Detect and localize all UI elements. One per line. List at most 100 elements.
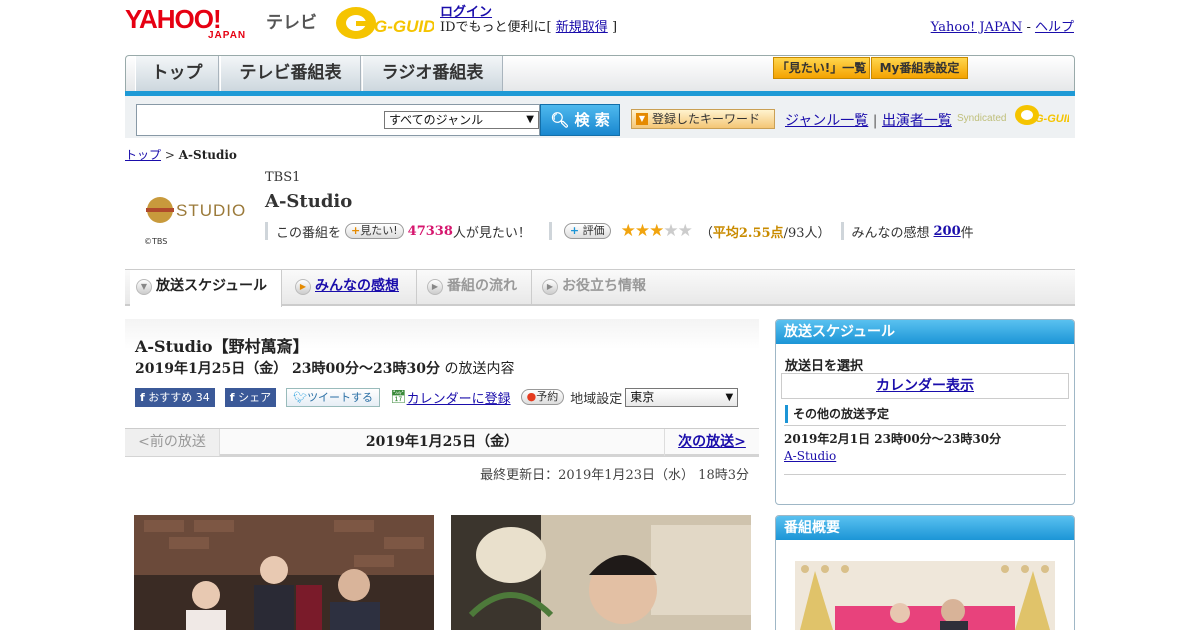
dropdown-arrow-icon: ▼ — [636, 113, 648, 125]
episode-photo[interactable] — [451, 515, 751, 630]
next-broadcast[interactable]: 次の放送> — [664, 429, 759, 456]
top-links-sep: - — [1026, 20, 1031, 35]
nav-tab-top[interactable]: トップ — [135, 56, 219, 91]
play-arrow-icon: ▶ — [295, 279, 311, 295]
facebook-recommend-button[interactable]: f おすすめ 34 — [135, 387, 215, 407]
nav-tab-radio-schedule[interactable]: ラジオ番組表 — [362, 56, 503, 91]
search-icon: 🔍︎ — [550, 111, 570, 129]
search-button-label: 検 索 — [574, 111, 610, 129]
login-link[interactable]: ログイン — [440, 5, 492, 20]
pager-current-date: 2019年1月25日（金） — [365, 434, 519, 450]
gguide-logo-icon: G-GUIDE — [336, 7, 447, 39]
other-broadcast-time: 2019年2月1日 23時00分～23時30分 — [784, 432, 1002, 446]
other-broadcasts-heading: その他の放送予定 — [785, 405, 889, 423]
divider — [784, 474, 1066, 475]
performer-list-link[interactable]: 出演者一覧 — [882, 113, 952, 129]
syndicated-gguide-logo: Syndicated G-GUIDE — [957, 102, 1083, 128]
star-empty-icon: ★ — [663, 221, 678, 241]
genre-select[interactable]: すべてのジャンル ▼ — [384, 111, 539, 129]
tab-impressions[interactable]: ▶ みんなの感想 — [289, 270, 417, 304]
tab-useful-info: ▶ お役立ち情報 — [536, 270, 666, 304]
want-suffix: 人が見たい！ — [452, 225, 531, 241]
divider — [548, 222, 552, 240]
tab-program-flow-label: 番組の流れ — [447, 278, 517, 294]
program-channel: TBS1 — [265, 170, 301, 185]
gguide-logo[interactable]: G-GUIDE — [334, 4, 447, 42]
keyword-button[interactable]: ▼ 登録したキーワード — [631, 109, 775, 129]
next-broadcast-link[interactable]: 次の放送> — [678, 434, 746, 450]
search-links-sep: | — [872, 113, 878, 129]
divider — [784, 425, 1066, 426]
record-dot-icon: ● — [526, 390, 537, 403]
want-button-label: 見たい! — [360, 224, 398, 237]
other-broadcast-item[interactable]: A-Studio — [784, 449, 836, 463]
region-select[interactable]: 東京 ▼ — [625, 387, 739, 407]
want-button[interactable]: +見たい! — [345, 223, 404, 239]
chevron-down-icon: ▼ — [526, 114, 534, 125]
tab-useful-info-label: お役立ち情報 — [562, 278, 646, 294]
tv-label: テレビ — [266, 13, 317, 33]
login-sub-suffix: ] — [611, 20, 618, 35]
episode-photo-image — [134, 515, 434, 630]
register-link[interactable]: 新規取得 — [556, 20, 608, 35]
search-button[interactable]: 🔍︎ 検 索 — [540, 104, 620, 136]
episode-date-suffix: の放送内容 — [444, 361, 515, 377]
help-link[interactable]: ヘルプ — [1035, 20, 1074, 35]
breadcrumb-current: A-Studio — [178, 148, 237, 162]
want-prefix: この番組を — [276, 225, 342, 241]
rating-stars: ★★★★★ — [621, 221, 693, 241]
login-block: ログイン IDでもっと便利に[ 新規取得 ] — [440, 5, 617, 35]
rating-open: （ — [699, 225, 713, 241]
want-list-button[interactable]: 「見たい!」一覧 — [773, 57, 870, 79]
star-half-icon: ★ — [649, 221, 664, 241]
plus-icon: + — [569, 224, 580, 237]
tab-schedule[interactable]: ▼ 放送スケジュール — [130, 270, 282, 307]
tweet-button[interactable]: 🐦︎ツイートする — [286, 387, 381, 407]
play-arrow-icon: ▶ — [427, 279, 443, 295]
star-icon: ★ — [634, 221, 650, 241]
facebook-share-button[interactable]: f シェア — [224, 387, 277, 407]
breadcrumb-sep: > — [164, 148, 175, 162]
yahoo-logo-sub: JAPAN — [208, 30, 247, 41]
syndicated-gguide-text: G-GUIDE — [1035, 113, 1069, 125]
overview-photo — [795, 561, 1055, 630]
episode-photo[interactable] — [134, 515, 434, 630]
breadcrumb-top-link[interactable]: トップ — [125, 148, 161, 162]
program-metrics: この番組を +見たい! 47338 人が見たい！ + 評価 ★★★★★ （平均2… — [265, 221, 974, 241]
episode-date-time: 2019年1月25日（金） 23時00分～23時30分 — [135, 361, 440, 377]
my-schedule-button[interactable]: My番組表設定 — [871, 57, 968, 79]
episode-time: 2019年1月25日（金） 23時00分～23時30分 の放送内容 — [135, 358, 514, 378]
facebook-icon: f — [229, 390, 235, 404]
rate-button[interactable]: + 評価 — [563, 223, 611, 239]
play-arrow-icon: ▶ — [542, 279, 558, 295]
top-links: Yahoo! JAPAN - ヘルプ — [931, 16, 1074, 35]
region-select-value: 東京 — [630, 389, 655, 404]
program-title: A-Studio — [265, 191, 353, 212]
search-links: ジャンル一覧 | 出演者一覧 — [785, 110, 952, 130]
login-sub-prefix: IDでもっと便利に[ — [440, 20, 552, 35]
sidebar-overview-heading: 番組概要 — [776, 516, 1074, 540]
yahoo-logo-text: YAHOO! — [125, 4, 222, 34]
calendar-view-button[interactable]: カレンダー表示 — [781, 373, 1069, 399]
other-broadcast-link[interactable]: A-Studio — [784, 449, 836, 463]
yahoo-japan-logo[interactable]: YAHOO! JAPAN — [125, 6, 261, 42]
impressions-count-link[interactable]: 200 — [934, 224, 961, 239]
impressions-label: みんなの感想 — [851, 225, 930, 241]
calendar-register-link[interactable]: カレンダーに登録 — [407, 388, 511, 407]
region-label: 地域設定 — [570, 391, 623, 407]
last-updated: 最終更新日：2019年1月23日（水） 18時3分 — [480, 468, 749, 483]
calendar-plus-icon: 📅︎ — [390, 389, 407, 405]
reserve-button[interactable]: ●予約 — [520, 389, 565, 405]
nav-tab-tv-schedule[interactable]: テレビ番組表 — [220, 56, 361, 91]
yahoo-japan-link[interactable]: Yahoo! JAPAN — [931, 20, 1023, 35]
breadcrumb: トップ > A-Studio — [125, 146, 237, 163]
rate-button-label: 評価 — [582, 224, 605, 237]
calendar-view-link[interactable]: カレンダー表示 — [876, 378, 974, 394]
reserve-label: 予約 — [536, 390, 559, 403]
program-logo-text: STUDIO — [176, 201, 246, 220]
genre-list-link[interactable]: ジャンル一覧 — [785, 113, 868, 129]
chevron-down-icon: ▼ — [136, 279, 152, 295]
keyword-button-label: 登録したキーワード — [652, 112, 761, 126]
tab-impressions-label: みんなの感想 — [315, 278, 399, 294]
program-logo: STUDIO — [144, 196, 248, 224]
